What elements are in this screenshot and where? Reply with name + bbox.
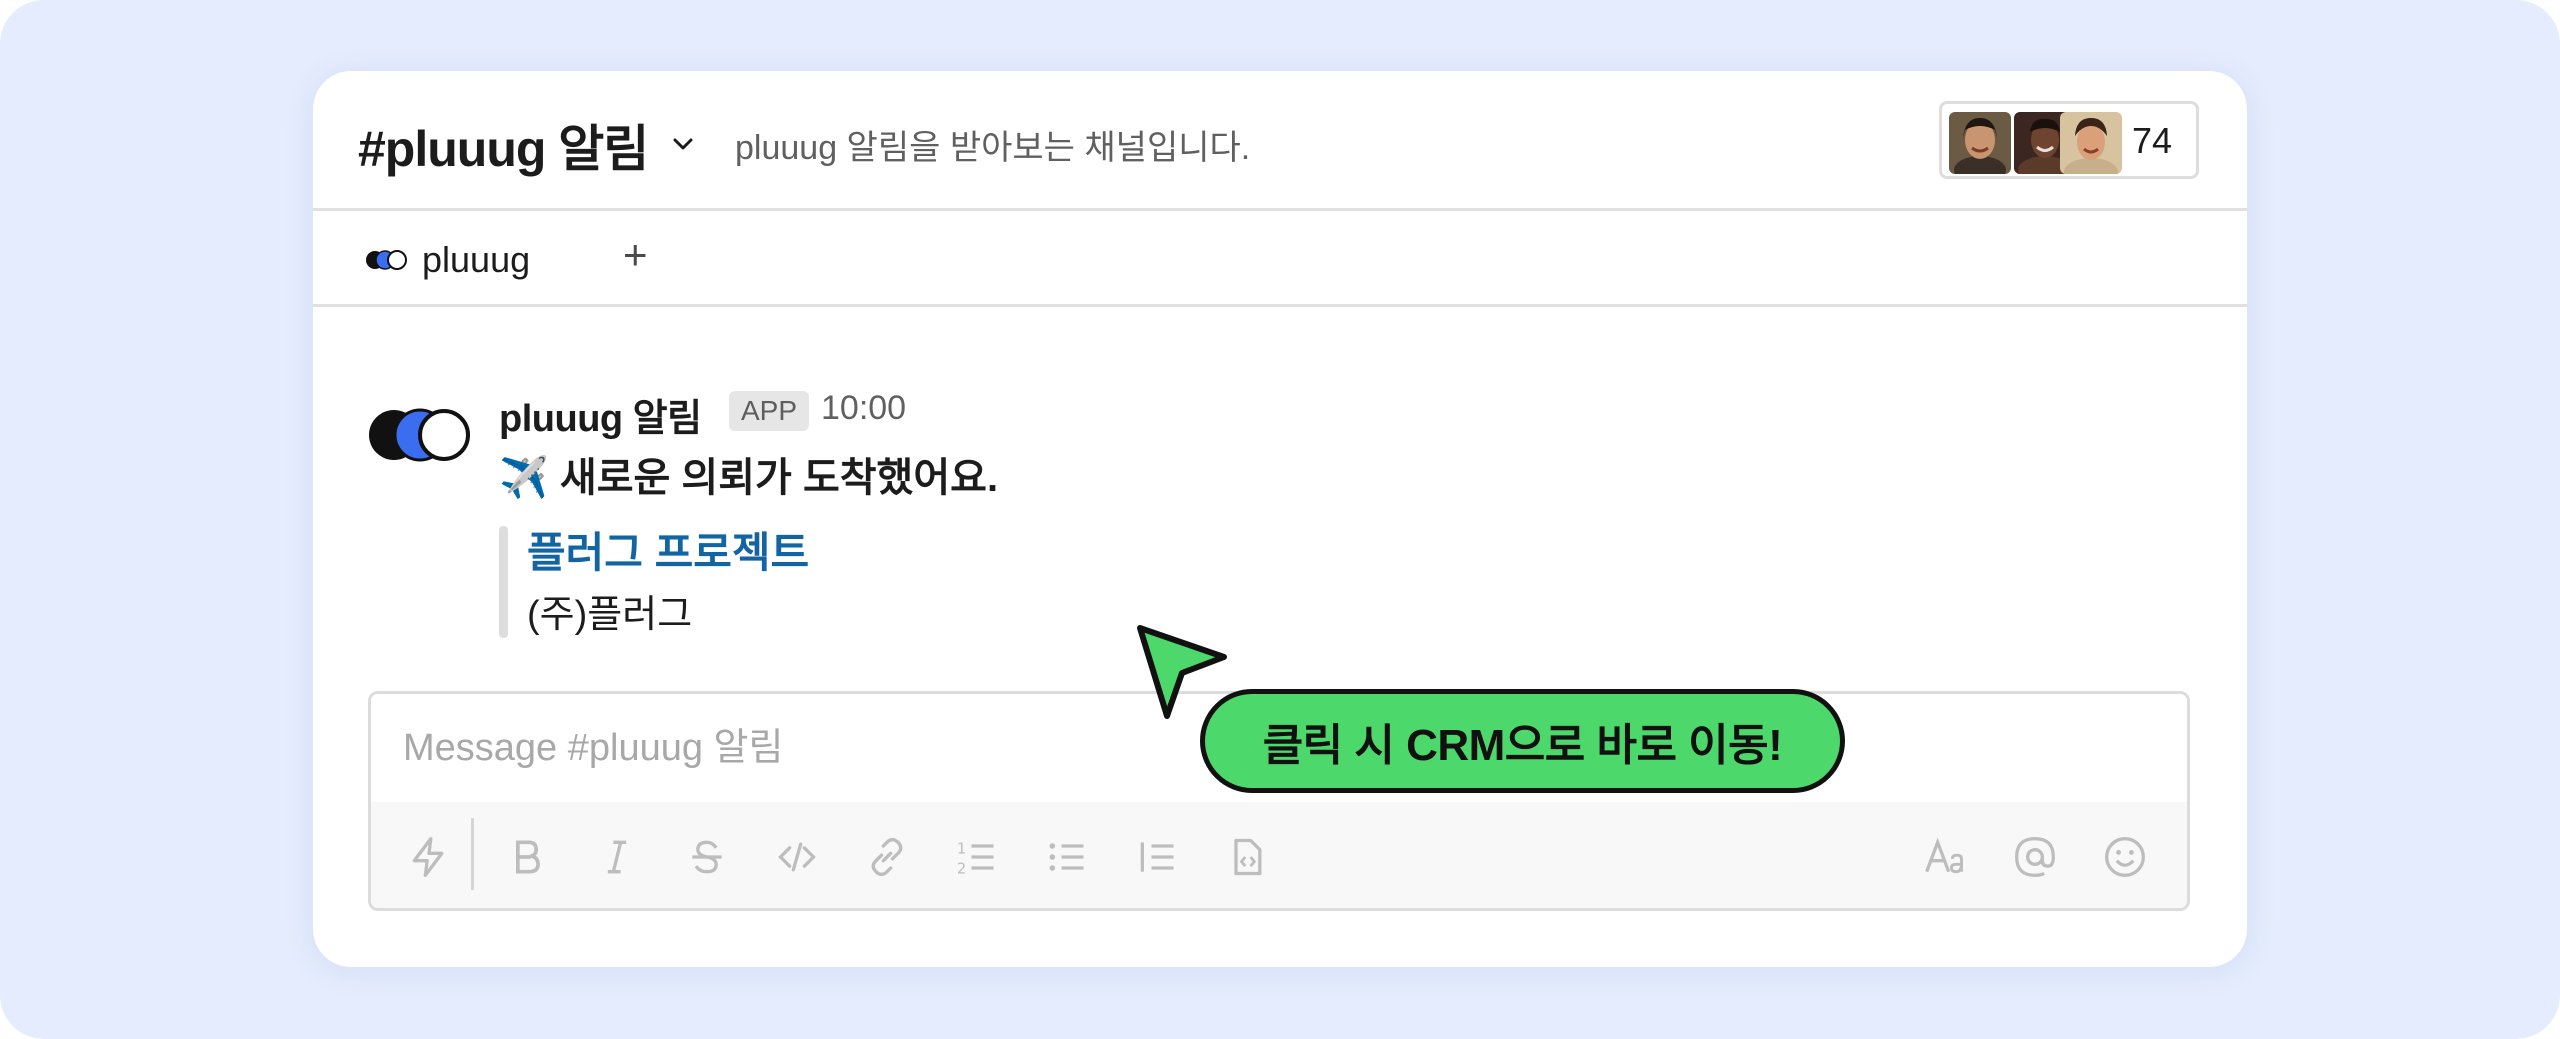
member-count: 74 [2132, 120, 2173, 161]
attachment-company: (주)플러그 [527, 594, 693, 636]
bold-icon[interactable] [499, 829, 555, 885]
ordered-list-icon[interactable]: 12 [949, 829, 1005, 885]
channel-topic: pluuug 알림을 받아보는 채널입니다. [735, 129, 1251, 167]
pluuug-app-avatar[interactable] [368, 407, 472, 463]
code-icon[interactable] [769, 829, 825, 885]
italic-icon[interactable] [589, 829, 645, 885]
emoji-icon[interactable] [2097, 829, 2153, 885]
composer-toolbar: 12 [371, 802, 2190, 908]
slack-channel-window: #pluuug 알림 pluuug 알림을 받아보는 채널입니다. 74 plu… [313, 71, 2247, 967]
attachment-title-link[interactable]: 플러그 프로젝트 [527, 519, 809, 580]
chevron-down-icon[interactable] [668, 129, 698, 159]
link-icon[interactable] [859, 829, 915, 885]
add-tab-button[interactable]: + [623, 231, 648, 279]
blockquote-icon[interactable] [1129, 829, 1185, 885]
svg-text:1: 1 [957, 840, 966, 857]
code-block-icon[interactable] [1219, 829, 1275, 885]
channel-header: #pluuug 알림 pluuug 알림을 받아보는 채널입니다. 74 [313, 71, 2247, 211]
svg-text:2: 2 [957, 861, 966, 878]
members-button[interactable]: 74 [1939, 101, 2199, 179]
toolbar-divider [471, 818, 474, 890]
attachment-icon[interactable] [2187, 829, 2190, 885]
tab-pluuug[interactable]: pluuug [422, 239, 530, 281]
mention-icon[interactable] [2007, 829, 2063, 885]
callout-bubble: 클릭 시 CRM으로 바로 이동! [1200, 689, 1845, 793]
formatting-icon[interactable] [1917, 829, 1973, 885]
channel-tabs: pluuug + [313, 211, 2247, 307]
message-text: ✈️ 새로운 의뢰가 도착했어요. [499, 456, 999, 500]
attachment-bar [499, 526, 508, 638]
bulleted-list-icon[interactable] [1039, 829, 1095, 885]
strikethrough-icon[interactable] [679, 829, 735, 885]
pluuug-logo-icon [366, 250, 407, 270]
shortcut-icon[interactable] [401, 829, 457, 885]
app-badge: APP [729, 391, 810, 431]
member-avatar [2060, 112, 2122, 174]
channel-name[interactable]: #pluuug 알림 [358, 109, 649, 181]
message-time[interactable]: 10:00 [821, 389, 906, 428]
message-sender[interactable]: pluuug 알림 [499, 387, 702, 442]
member-avatar [1949, 112, 2011, 174]
